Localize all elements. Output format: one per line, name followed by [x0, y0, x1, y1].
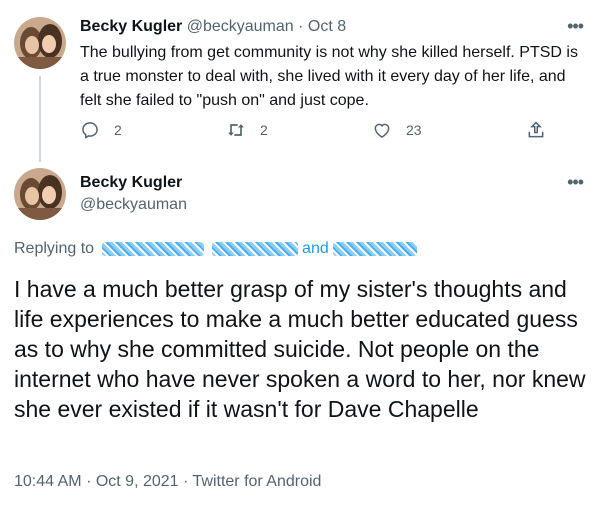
like-button[interactable]: 23: [372, 120, 422, 140]
tweet-meta: 10:44 AM · Oct 9, 2021 · Twitter for And…: [14, 473, 321, 491]
reply-button[interactable]: 2: [80, 120, 122, 140]
replying-label: Replying to: [14, 240, 95, 257]
replying-to: Replying to and: [14, 240, 421, 258]
display-name[interactable]: Becky Kugler: [80, 174, 182, 192]
separator: ·: [86, 473, 92, 490]
more-icon[interactable]: •••: [567, 172, 584, 193]
more-icon[interactable]: •••: [567, 16, 584, 37]
tweet-text: I have a much better grasp of my sister'…: [14, 276, 586, 422]
reply-icon: [82, 122, 98, 139]
profile-photo: [14, 17, 66, 69]
share-button[interactable]: [526, 120, 560, 140]
retweet-count: 2: [260, 122, 268, 138]
avatar[interactable]: [14, 17, 66, 69]
separator: ·: [183, 473, 189, 490]
redacted-handle[interactable]: [102, 242, 205, 256]
retweet-button[interactable]: 2: [226, 120, 268, 140]
display-name[interactable]: Becky Kugler: [80, 18, 182, 35]
retweet-icon: [228, 124, 244, 136]
tweet-date[interactable]: Oct 9, 2021: [96, 473, 179, 490]
separator: ·: [298, 18, 304, 35]
tweet-text: The bullying from get community is not w…: [80, 44, 578, 109]
user-handle[interactable]: @beckyauman: [80, 196, 187, 214]
user-handle[interactable]: @beckyauman: [187, 18, 294, 35]
tweet-time[interactable]: 10:44 AM: [14, 473, 82, 490]
like-count: 23: [406, 122, 422, 138]
tweet-date[interactable]: Oct 8: [308, 18, 346, 35]
avatar[interactable]: [14, 168, 66, 220]
replying-and: and: [302, 240, 329, 257]
thread-connector-line: [39, 76, 41, 162]
redacted-handle[interactable]: [332, 242, 417, 256]
heart-icon: [374, 123, 390, 138]
share-icon: [528, 121, 544, 138]
tweet-actions: 2 2 23: [80, 120, 560, 144]
profile-photo: [14, 168, 66, 220]
reply-count: 2: [114, 122, 122, 138]
tweet1-header: Becky Kugler @beckyauman · Oct 8: [80, 18, 346, 36]
tweet-source[interactable]: Twitter for Android: [193, 473, 322, 490]
redacted-handle[interactable]: [212, 242, 299, 256]
